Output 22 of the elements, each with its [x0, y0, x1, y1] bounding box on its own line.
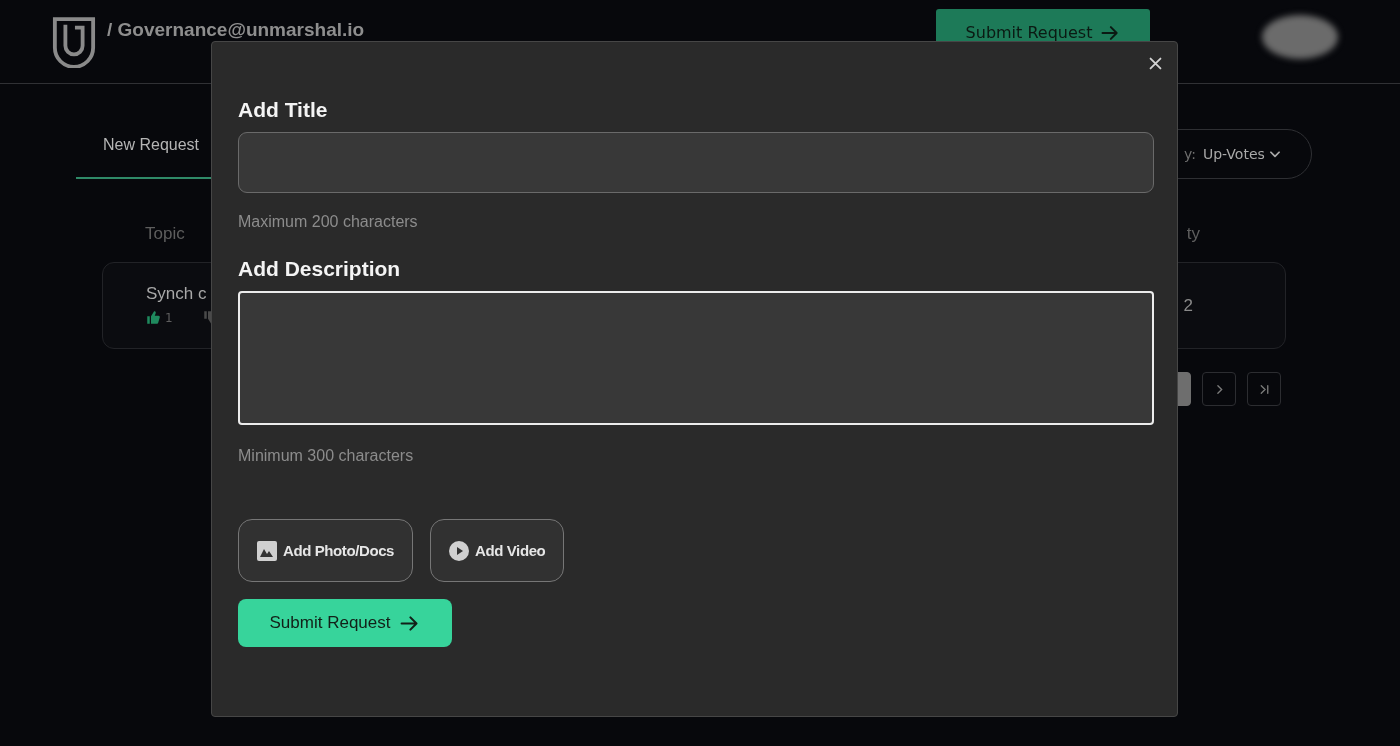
field-label: Add Title	[238, 98, 329, 123]
avatar[interactable]	[1262, 14, 1338, 59]
close-icon[interactable]	[1147, 55, 1164, 72]
shield-logo-icon	[52, 15, 96, 68]
column-header: Topic	[145, 224, 185, 244]
add-photo-button[interactable]: Add Photo/Docs	[238, 519, 414, 582]
image-icon	[257, 540, 277, 561]
add-video-button[interactable]: Add Video	[430, 519, 565, 582]
table-cell: 2	[1183, 295, 1193, 316]
last-page-button[interactable]	[1247, 372, 1281, 406]
request-topic: Synch c	[146, 284, 208, 304]
column-header: ty	[1186, 224, 1200, 244]
thumbs-up-icon[interactable]	[146, 310, 161, 325]
submit-request-button[interactable]: Submit Request	[238, 599, 452, 647]
sort-value: Up-Votes	[1203, 146, 1265, 162]
field-label: Add Description	[238, 257, 402, 282]
page-title: / Governance@unmarshal.io	[107, 19, 365, 40]
sort-label: y:	[1184, 146, 1196, 162]
field-hint: Minimum 300 characters	[238, 447, 415, 466]
field-hint: Maximum 200 characters	[238, 213, 419, 232]
upvote-count: 1	[165, 310, 173, 325]
play-icon	[449, 540, 470, 561]
